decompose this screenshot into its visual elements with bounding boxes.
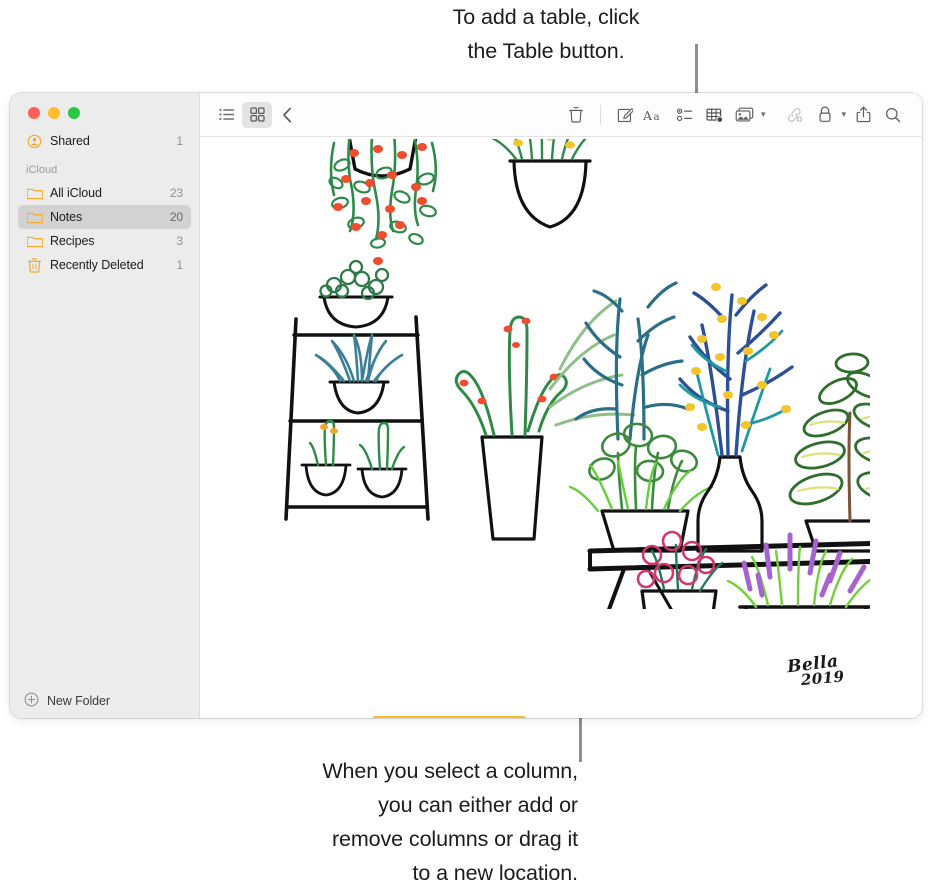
folder-icon [26, 233, 43, 250]
column-selection-handle[interactable]: ••• ⌄ [372, 715, 526, 718]
compose-note-icon[interactable] [610, 102, 640, 128]
toolbar: A a ▾ ▾ [200, 93, 922, 137]
new-folder-label: New Folder [47, 694, 110, 708]
grid-view-icon[interactable] [242, 101, 272, 128]
toolbar-separator [599, 104, 601, 125]
new-folder-button[interactable]: New Folder [10, 684, 199, 718]
sidebar-item-shared-label: Shared [50, 134, 90, 148]
chevron-down-icon[interactable]: ▾ [841, 110, 846, 119]
drawing-signature: Bella 2019 [786, 651, 846, 691]
folder-icon [26, 185, 43, 202]
callout-top-text: To add a table, click the Table button. [452, 5, 640, 63]
folder-icon [26, 209, 43, 226]
sidebar-item-all-icloud-count: 23 [169, 186, 183, 200]
content-pane: A a ▾ ▾ Bella 2019 [199, 93, 922, 718]
sidebar-item-recently-deleted-label: Recently Deleted [50, 258, 144, 272]
sidebar-item-notes-label: Notes [50, 210, 83, 224]
lock-button-group[interactable]: ▾ [810, 102, 848, 128]
list-view-icon[interactable] [212, 102, 242, 128]
sidebar-item-notes[interactable]: Notes 20 [18, 205, 191, 229]
shared-person-icon [26, 133, 43, 150]
trash-icon[interactable] [561, 102, 591, 128]
media-icon[interactable] [730, 102, 760, 128]
column-drag-dots-icon: ••• [372, 715, 526, 718]
sidebar-item-recipes-label: Recipes [50, 234, 95, 248]
svg-text:a: a [654, 111, 660, 122]
link-icon [780, 102, 810, 128]
table-icon[interactable] [700, 102, 730, 128]
sidebar-item-all-icloud-label: All iCloud [50, 186, 102, 200]
sidebar-item-notes-count: 20 [169, 210, 183, 224]
checklist-icon[interactable] [670, 102, 700, 128]
notes-app-window: Shared 1 iCloud All iCloud 23 Notes 20 R… [10, 93, 922, 718]
text-format-icon[interactable]: A a [640, 102, 670, 128]
sidebar-item-shared[interactable]: Shared 1 [18, 129, 191, 153]
sidebar-item-shared-count: 1 [176, 134, 183, 148]
chevron-down-icon[interactable]: ▾ [761, 110, 766, 119]
share-icon[interactable] [848, 102, 878, 128]
search-icon[interactable] [878, 102, 908, 128]
media-button-group[interactable]: ▾ [730, 102, 768, 128]
sidebar-list: Shared 1 iCloud All iCloud 23 Notes 20 R… [10, 117, 199, 684]
sidebar-group-title-icloud: iCloud [26, 164, 58, 176]
back-chevron-icon[interactable] [272, 102, 302, 128]
note-drawing [284, 139, 870, 609]
sidebar-item-recipes-count: 3 [176, 234, 183, 248]
svg-text:A: A [643, 107, 653, 122]
toolbar-gap [773, 105, 774, 125]
sidebar-item-all-icloud[interactable]: All iCloud 23 [18, 181, 191, 205]
plus-circle-icon [24, 692, 39, 710]
signature-year: 2019 [800, 667, 846, 690]
window-traffic-lights [10, 93, 199, 119]
trash-icon [26, 257, 43, 274]
callout-bottom-text: When you select a column, you can either… [322, 759, 578, 885]
note-body[interactable]: Bella 2019 Plants Location Peonies F [200, 137, 922, 718]
lock-icon[interactable] [810, 102, 840, 128]
sidebar: Shared 1 iCloud All iCloud 23 Notes 20 R… [10, 93, 199, 718]
sidebar-item-recipes[interactable]: Recipes 3 [18, 229, 191, 253]
sidebar-item-recently-deleted-count: 1 [176, 258, 183, 272]
sidebar-item-recently-deleted[interactable]: Recently Deleted 1 [18, 253, 191, 277]
